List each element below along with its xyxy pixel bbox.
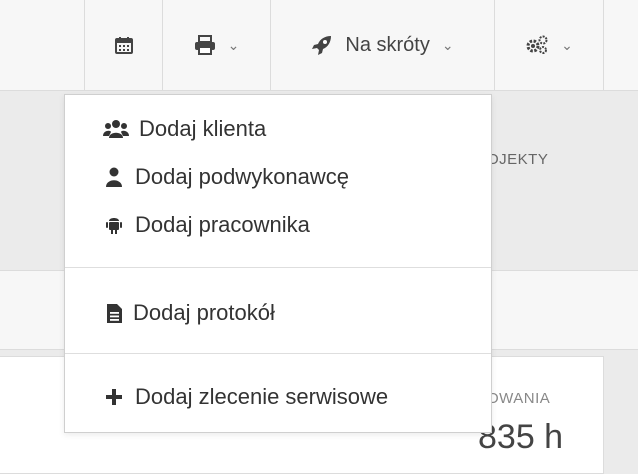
menu-item-label: Dodaj klienta: [139, 116, 267, 141]
cogs-icon: [525, 35, 549, 55]
settings-button[interactable]: ⌄: [494, 0, 604, 90]
menu-item-label: Dodaj protokół: [133, 300, 275, 325]
calendar-button[interactable]: [84, 0, 162, 90]
android-icon: [105, 214, 123, 236]
menu-item-label: Dodaj zlecenie serwisowe: [135, 384, 389, 409]
user-icon: [105, 166, 123, 188]
chevron-down-icon: ⌄: [227, 36, 240, 53]
menu-item-add-client[interactable]: Dodaj klienta: [65, 109, 491, 149]
stat-label: OWANIA: [487, 390, 551, 407]
menu-item-add-service-order[interactable]: Dodaj zlecenie serwisowe: [65, 377, 491, 417]
menu-item-label: Dodaj pracownika: [135, 212, 310, 237]
menu-item-add-subcontractor[interactable]: Dodaj podwykonawcę: [65, 157, 491, 197]
users-icon: [103, 118, 129, 140]
projects-label: OJEKTY: [487, 151, 549, 168]
document-icon: [105, 302, 123, 324]
rocket-icon: [311, 34, 333, 56]
shortcuts-dropdown-button[interactable]: Na skróty ⌄: [270, 0, 494, 90]
top-toolbar: ⌄ Na skróty ⌄ ⌄: [0, 0, 638, 91]
printer-icon: [194, 35, 216, 55]
plus-icon: [105, 386, 123, 408]
calendar-icon: [114, 35, 134, 55]
menu-divider: [65, 267, 491, 268]
shortcuts-label: Na skróty: [345, 33, 430, 56]
chevron-down-icon: ⌄: [561, 36, 573, 53]
menu-item-label: Dodaj podwykonawcę: [135, 164, 350, 189]
chevron-down-icon: ⌄: [441, 36, 454, 53]
menu-item-add-employee[interactable]: Dodaj pracownika: [65, 205, 491, 245]
menu-item-add-protocol[interactable]: Dodaj protokół: [65, 293, 491, 333]
print-button[interactable]: ⌄: [162, 0, 270, 90]
menu-divider: [65, 353, 491, 354]
shortcuts-dropdown-menu: Dodaj klienta Dodaj podwykonawcę Dodaj p…: [64, 94, 492, 433]
